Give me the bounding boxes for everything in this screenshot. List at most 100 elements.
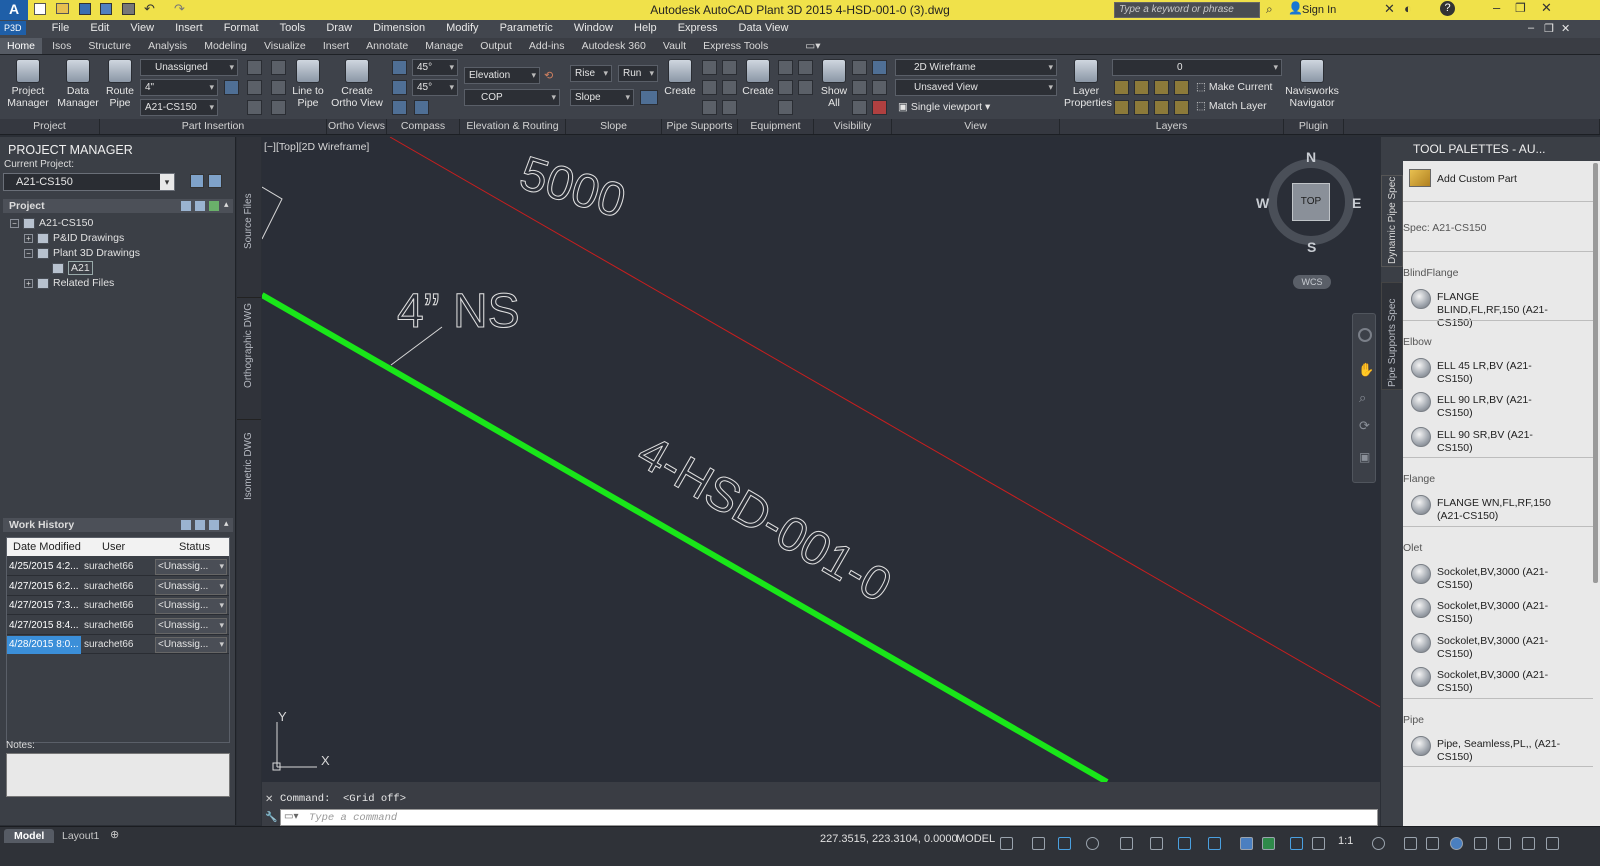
expand-toggle-icon[interactable]: + xyxy=(24,233,33,243)
match-layer-button[interactable]: ⬚ Match Layer xyxy=(1196,100,1267,112)
tab-layout1[interactable]: Layout1 xyxy=(54,829,107,843)
run-field[interactable]: Run xyxy=(618,65,658,82)
help-icon[interactable]: ? xyxy=(1440,1,1455,16)
pipe-tool-icon-5[interactable] xyxy=(271,80,286,95)
project-settings-icon[interactable] xyxy=(190,174,204,188)
visibility-icon-3[interactable] xyxy=(852,100,867,115)
compass-e[interactable]: E xyxy=(1352,195,1361,211)
support-tool-icon-1[interactable] xyxy=(702,60,717,75)
menu-window[interactable]: Window xyxy=(565,20,622,36)
command-prompt-icon[interactable]: ▭▾ xyxy=(284,811,298,822)
elevation-field[interactable]: Elevation xyxy=(464,67,540,84)
app-logo-icon[interactable]: A xyxy=(0,0,28,20)
project-view-icon[interactable] xyxy=(181,201,191,211)
slope-toggle-icon[interactable] xyxy=(640,90,658,105)
selection-cycling-icon[interactable] xyxy=(1262,837,1275,850)
palette-item[interactable]: Sockolet,BV,3000 (A21-CS150) xyxy=(1437,600,1563,626)
history-view-icon[interactable] xyxy=(181,520,191,530)
otrack-icon[interactable] xyxy=(1150,837,1163,850)
support-tool-icon-5[interactable] xyxy=(722,80,737,95)
layer-tool-icon-1[interactable] xyxy=(1114,80,1129,95)
pipe-tool-icon-3[interactable] xyxy=(247,100,262,115)
layer-tool-icon-2[interactable] xyxy=(1134,80,1149,95)
tree-node-pid-drawings[interactable]: + P&ID Drawings xyxy=(24,232,124,244)
status-dropdown[interactable]: <Unassig... ▾ xyxy=(155,578,227,595)
layer-tool-icon-5[interactable] xyxy=(1114,100,1129,115)
collapse-toggle-icon[interactable]: − xyxy=(10,218,19,228)
exchange-icon[interactable]: ✕ xyxy=(1384,1,1395,17)
visibility-icon-1[interactable] xyxy=(852,60,867,75)
project-refresh-icon[interactable] xyxy=(208,174,222,188)
equipment-tool-icon-1[interactable] xyxy=(778,60,793,75)
collapse-icon[interactable]: ▴ xyxy=(224,199,229,210)
pipe-tool-icon-2[interactable] xyxy=(247,80,262,95)
command-input-box[interactable]: ▭▾ Type a command xyxy=(280,809,1378,826)
rise-field[interactable]: Rise xyxy=(570,65,612,82)
dynamic-ucs-icon[interactable] xyxy=(1178,837,1191,850)
panel-elevation-routing[interactable]: Elevation & Routing xyxy=(460,119,566,134)
search-input[interactable]: Type a keyword or phrase xyxy=(1119,4,1234,15)
equipment-tool-icon-4[interactable] xyxy=(798,60,813,75)
ortho-icon[interactable] xyxy=(1058,837,1071,850)
viewport-config[interactable]: ▣ Single viewport ▾ xyxy=(898,101,990,113)
layer-tool-icon-8[interactable] xyxy=(1174,100,1189,115)
collapse-toggle-icon[interactable]: − xyxy=(24,248,33,258)
spec-viewer-icon[interactable] xyxy=(224,80,239,95)
menu-data-view[interactable]: Data View xyxy=(730,20,798,36)
compass-toggle-icon-3[interactable] xyxy=(392,100,407,115)
layer-tool-icon-7[interactable] xyxy=(1154,100,1169,115)
menu-help[interactable]: Help xyxy=(625,20,666,36)
create-equipment-button[interactable]: Create xyxy=(742,59,774,97)
route-pipe-button[interactable]: Route Pipe xyxy=(104,59,136,109)
command-close-icon[interactable]: ✕ xyxy=(265,794,273,805)
workspace-gear-icon[interactable] xyxy=(1372,837,1385,850)
compass-w[interactable]: W xyxy=(1256,195,1269,211)
fitting-icon[interactable] xyxy=(1411,392,1431,412)
zoom-icon[interactable]: ⌕ xyxy=(1359,390,1366,406)
make-current-button[interactable]: ⬚ Make Current xyxy=(1196,81,1272,93)
close-icon[interactable]: ✕ xyxy=(1541,0,1552,16)
palette-item[interactable]: Sockolet,BV,3000 (A21-CS150) xyxy=(1437,635,1563,661)
layer-tool-icon-3[interactable] xyxy=(1154,80,1169,95)
showmotion-icon[interactable]: ▣ xyxy=(1359,450,1370,464)
size-combo[interactable]: 4" xyxy=(140,79,218,96)
tab-manage[interactable]: Manage xyxy=(418,38,470,54)
tab-vault[interactable]: Vault xyxy=(656,38,693,54)
minimize-icon[interactable]: – xyxy=(1493,0,1500,15)
wcs-menu[interactable]: WCS xyxy=(1293,275,1331,289)
history-details-icon[interactable] xyxy=(195,520,205,530)
visibility-icon-5[interactable] xyxy=(872,80,887,95)
viewport-label[interactable]: [−][Top][2D Wireframe] xyxy=(264,141,369,153)
compass-s[interactable]: S xyxy=(1307,239,1316,255)
transparency-icon[interactable] xyxy=(1240,837,1253,850)
lineweight-icon[interactable] xyxy=(1208,837,1221,850)
project-manager-button[interactable]: Project Manager xyxy=(6,59,50,109)
palette-item[interactable]: ELL 90 SR,BV (A21-CS150) xyxy=(1437,429,1563,455)
column-user[interactable]: User xyxy=(102,541,125,553)
model-space-button[interactable]: MODEL xyxy=(956,833,995,845)
visibility-icon-4[interactable] xyxy=(872,60,887,75)
pipe-tool-icon-6[interactable] xyxy=(271,100,286,115)
column-status[interactable]: Status xyxy=(179,541,210,553)
support-tool-icon-4[interactable] xyxy=(722,60,737,75)
doc-close-icon[interactable]: ✕ xyxy=(1558,20,1573,37)
project-sync-icon[interactable] xyxy=(209,201,219,211)
menu-dimension[interactable]: Dimension xyxy=(364,20,434,36)
doc-restore-icon[interactable]: ❐ xyxy=(1541,20,1557,37)
menu-format[interactable]: Format xyxy=(215,20,268,36)
binoculars-icon[interactable]: ⌕ xyxy=(1266,2,1273,17)
fitting-icon[interactable] xyxy=(1411,426,1431,447)
menu-express[interactable]: Express xyxy=(669,20,727,36)
support-tool-icon-2[interactable] xyxy=(702,80,717,95)
panel-compass[interactable]: Compass xyxy=(387,119,460,134)
a360-icon[interactable]: ◐ xyxy=(1404,1,1412,16)
maximize-icon[interactable]: ❐ xyxy=(1515,1,1526,15)
palette-item[interactable]: Sockolet,BV,3000 (A21-CS150) xyxy=(1437,669,1563,695)
layout-switch-icon[interactable] xyxy=(1522,837,1535,850)
add-layout-icon[interactable]: ⊕ xyxy=(110,828,119,841)
status-dropdown[interactable]: <Unassig... ▾ xyxy=(155,637,227,653)
equipment-tool-icon-3[interactable] xyxy=(778,100,793,115)
snap-icon[interactable] xyxy=(1032,837,1045,850)
table-row[interactable]: 4/28/2015 8:0... surachet66 <Unassig... ▾ xyxy=(7,636,229,654)
annotation-monitor-icon[interactable] xyxy=(1404,837,1417,850)
